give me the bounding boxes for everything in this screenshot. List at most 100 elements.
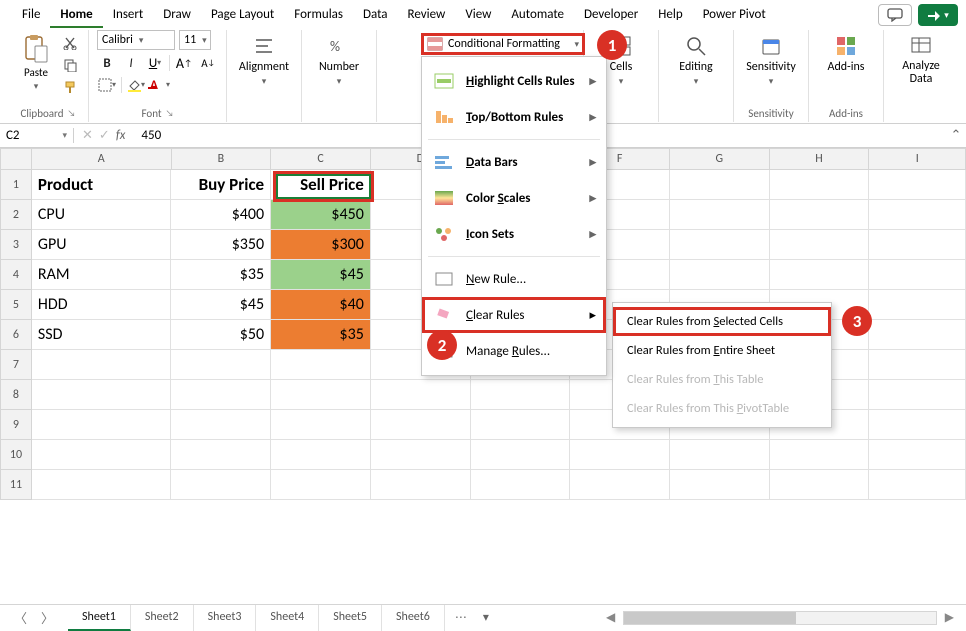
cell[interactable]: [869, 170, 966, 200]
row-header-1[interactable]: 1: [0, 170, 32, 200]
cell[interactable]: CPU: [32, 200, 172, 230]
font-name-select[interactable]: Calibri▾: [97, 30, 175, 50]
cell[interactable]: [869, 380, 966, 410]
cell[interactable]: [271, 380, 371, 410]
cell[interactable]: [171, 440, 271, 470]
cell[interactable]: [670, 260, 770, 290]
cell[interactable]: [371, 470, 471, 500]
cell[interactable]: [869, 470, 966, 500]
cf-color-scales[interactable]: Color Scales ▸: [422, 180, 606, 216]
cf-top-bottom-rules[interactable]: Top/Bottom Rules ▸: [422, 99, 606, 135]
column-header-B[interactable]: B: [172, 148, 272, 170]
sheet-nav-next-icon[interactable]: 〉: [41, 608, 54, 627]
cell[interactable]: [869, 200, 966, 230]
menu-tab-formulas[interactable]: Formulas: [284, 3, 353, 28]
cell[interactable]: [869, 230, 966, 260]
cell[interactable]: [869, 410, 966, 440]
cell[interactable]: GPU: [32, 230, 172, 260]
cancel-formula-icon[interactable]: ✕: [82, 128, 93, 143]
menu-tab-power-pivot[interactable]: Power Pivot: [693, 3, 776, 28]
cell[interactable]: [471, 410, 571, 440]
row-header-2[interactable]: 2: [0, 200, 32, 230]
cell[interactable]: $50: [171, 320, 271, 350]
cell[interactable]: $350: [171, 230, 271, 260]
row-header-5[interactable]: 5: [0, 290, 32, 320]
menu-tab-home[interactable]: Home: [50, 3, 102, 28]
format-painter-button[interactable]: [60, 78, 80, 96]
enter-formula-icon[interactable]: ✓: [99, 128, 110, 143]
cell[interactable]: HDD: [32, 290, 172, 320]
cell[interactable]: [471, 380, 571, 410]
cut-button[interactable]: [60, 34, 80, 52]
column-header-G[interactable]: G: [670, 148, 770, 170]
cell[interactable]: SSD: [32, 320, 172, 350]
hscroll-left-icon[interactable]: ◀: [606, 610, 615, 625]
copy-button[interactable]: [60, 56, 80, 74]
cell[interactable]: [271, 350, 371, 380]
cell[interactable]: $400: [171, 200, 271, 230]
sheets-dropdown-icon[interactable]: ▾: [477, 610, 495, 625]
cell[interactable]: [171, 380, 271, 410]
cell[interactable]: $35: [171, 260, 271, 290]
cell[interactable]: [171, 410, 271, 440]
cell[interactable]: [770, 440, 870, 470]
row-header-9[interactable]: 9: [0, 410, 32, 440]
editing-button[interactable]: Editing ▾: [667, 30, 725, 87]
sheet-tab-sheet3[interactable]: Sheet3: [194, 605, 257, 631]
menu-tab-developer[interactable]: Developer: [574, 3, 648, 28]
sensitivity-button[interactable]: Sensitivity ▾: [742, 30, 800, 87]
cell[interactable]: [869, 320, 966, 350]
sheet-tab-sheet2[interactable]: Sheet2: [131, 605, 194, 631]
cf-clear-rules[interactable]: Clear Rules ▸: [422, 297, 606, 333]
cell[interactable]: [770, 470, 870, 500]
italic-button[interactable]: I: [121, 54, 141, 72]
horizontal-scrollbar[interactable]: [623, 611, 937, 625]
clear-rules-selected-cells[interactable]: Clear Rules from Selected Cells: [613, 307, 831, 336]
cell[interactable]: [670, 470, 770, 500]
cell[interactable]: [271, 470, 371, 500]
column-header-C[interactable]: C: [271, 148, 371, 170]
cell[interactable]: $450: [271, 200, 371, 230]
menu-tab-data[interactable]: Data: [353, 3, 398, 28]
cell[interactable]: [570, 440, 670, 470]
row-header-10[interactable]: 10: [0, 440, 32, 470]
cell[interactable]: [670, 230, 770, 260]
sheet-tab-sheet1[interactable]: Sheet1: [68, 605, 131, 631]
cell[interactable]: Buy Price: [171, 170, 271, 200]
cell[interactable]: [670, 170, 770, 200]
addins-button[interactable]: Add-ins: [817, 30, 875, 74]
cell[interactable]: [32, 410, 172, 440]
cf-highlight-cells-rules[interactable]: Highlight Cells Rules ▸: [422, 63, 606, 99]
column-header-I[interactable]: I: [869, 148, 966, 170]
bold-button[interactable]: B: [97, 54, 117, 72]
cell[interactable]: [869, 260, 966, 290]
cell[interactable]: [471, 440, 571, 470]
analyze-data-button[interactable]: Analyze Data: [892, 30, 950, 86]
cell[interactable]: RAM: [32, 260, 172, 290]
cf-icon-sets[interactable]: Icon Sets ▸: [422, 216, 606, 252]
cell[interactable]: [371, 410, 471, 440]
menu-tab-automate[interactable]: Automate: [501, 3, 574, 28]
comments-button[interactable]: [878, 4, 912, 26]
column-header-H[interactable]: H: [770, 148, 870, 170]
paste-button[interactable]: Paste ▾: [16, 30, 56, 92]
underline-button[interactable]: U▾: [145, 54, 165, 72]
menu-tab-page-layout[interactable]: Page Layout: [201, 3, 284, 28]
row-header-6[interactable]: 6: [0, 320, 32, 350]
cell[interactable]: [770, 260, 870, 290]
hscroll-right-icon[interactable]: ▶: [945, 610, 954, 625]
cell[interactable]: Product: [32, 170, 172, 200]
menu-tab-view[interactable]: View: [455, 3, 501, 28]
cell[interactable]: [770, 200, 870, 230]
cell[interactable]: $45: [171, 290, 271, 320]
column-header-A[interactable]: A: [32, 148, 172, 170]
cell[interactable]: [32, 350, 172, 380]
cell[interactable]: $35: [271, 320, 371, 350]
sheet-nav-prev-icon[interactable]: 〈: [14, 608, 27, 627]
cell[interactable]: [869, 440, 966, 470]
grow-font-button[interactable]: A↑: [174, 54, 194, 72]
cell[interactable]: [471, 470, 571, 500]
sheet-tab-sheet6[interactable]: Sheet6: [382, 605, 445, 631]
menu-tab-insert[interactable]: Insert: [103, 3, 154, 28]
cell[interactable]: $40: [271, 290, 371, 320]
